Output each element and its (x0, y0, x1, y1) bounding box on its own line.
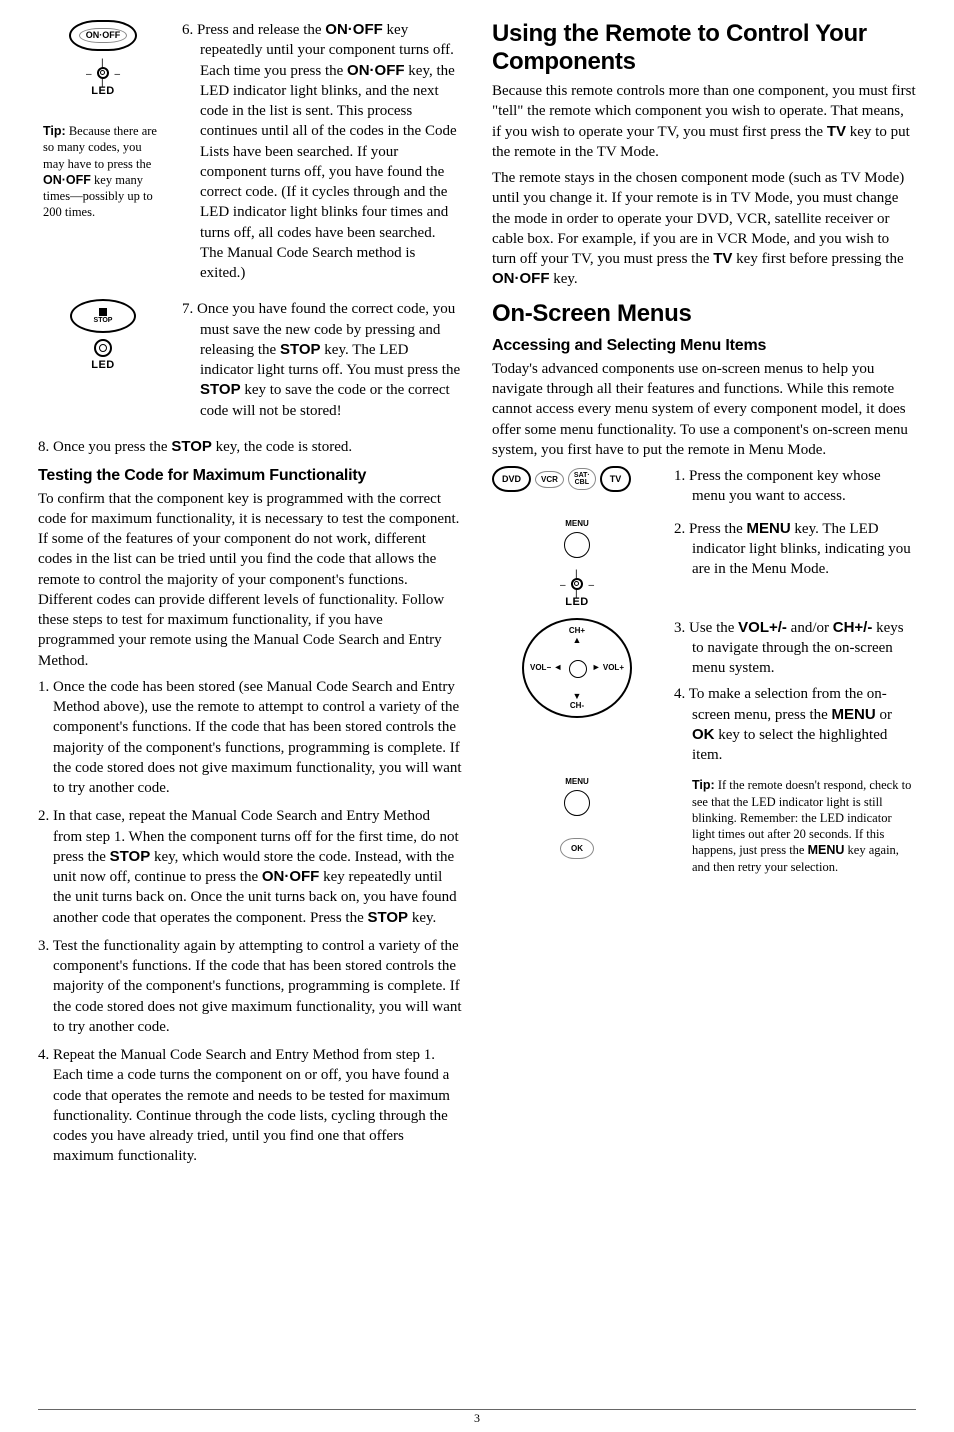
menu-step-4: 4. To make a selection from the on-scree… (674, 684, 916, 765)
menu-button-icon (564, 532, 590, 558)
heading-onscreen-menus: On-Screen Menus (492, 300, 916, 328)
heading-testing: Testing the Code for Maximum Functionali… (38, 465, 462, 487)
para-using-2: The remote stays in the chosen component… (492, 168, 916, 290)
nav-pad-icon: CH+▲ ▼CH- VOL− ◄ ► VOL+ (522, 618, 632, 718)
test-step-3: 3. Test the functionality again by attem… (38, 936, 462, 1037)
page-number: 3 (0, 1410, 954, 1426)
onoff-label: ON·OFF (79, 28, 128, 43)
test-step-4: 4. Repeat the Manual Code Search and Ent… (38, 1045, 462, 1167)
menu-label-2: MENU (565, 777, 589, 786)
vol-plus-label: ► VOL+ (592, 662, 624, 672)
ch-minus-label: ▼CH- (524, 691, 630, 710)
step-8: 8. Once you press the STOP key, the code… (38, 437, 462, 457)
heading-accessing: Accessing and Selecting Menu Items (492, 335, 916, 357)
tip-many-codes: Tip: Because there are so many codes, yo… (43, 123, 163, 221)
tv-key-icon: TV (600, 466, 632, 492)
stop-square-icon (99, 308, 107, 316)
tip-remote-not-responding: Tip: If the remote doesn't respond, chec… (692, 777, 916, 875)
ch-plus-label: CH+▲ (524, 626, 630, 645)
menu-step-3: 3. Use the VOL+/- and/or CH+/- keys to n… (674, 618, 916, 679)
test-step-2: 2. In that case, repeat the Manual Code … (38, 806, 462, 928)
nav-center-icon (569, 660, 587, 678)
led-label-2: LED (91, 359, 115, 371)
led-icon-2: | | – – LED (565, 572, 589, 608)
menu-step-1: 1. Press the component key whose menu yo… (674, 466, 916, 507)
led-ring-icon (94, 339, 112, 357)
vcr-key-icon: VCR (535, 471, 564, 488)
step-6: 6. Press and release the ON·OFF key repe… (182, 20, 462, 283)
dvd-key-icon: DVD (492, 466, 531, 492)
menu-button-icon-2 (564, 790, 590, 816)
step-7: 7. Once you have found the correct code,… (182, 299, 462, 421)
ok-button-icon: OK (560, 838, 594, 859)
para-accessing-intro: Today's advanced components use on-scree… (492, 359, 916, 460)
led-icon: | | – – LED (91, 61, 115, 97)
stop-label: STOP (94, 317, 113, 324)
para-using-1: Because this remote controls more than o… (492, 81, 916, 162)
vol-minus-label: VOL− ◄ (530, 662, 562, 672)
heading-using-remote: Using the Remote to Control Your Compone… (492, 20, 916, 75)
para-testing-intro: To confirm that the component key is pro… (38, 489, 462, 671)
test-step-1: 1. Once the code has been stored (see Ma… (38, 677, 462, 799)
onoff-button-icon: ON·OFF (69, 20, 138, 51)
sat-cbl-key-icon: SAT·CBL (568, 468, 596, 490)
right-column: Using the Remote to Control Your Compone… (492, 20, 916, 1175)
menu-step-2: 2. Press the MENU key. The LED indicator… (674, 519, 916, 580)
left-column: ON·OFF | | – – LED Tip: Because there ar… (38, 20, 462, 1175)
menu-label: MENU (565, 519, 589, 528)
stop-button-icon: STOP (70, 299, 136, 333)
